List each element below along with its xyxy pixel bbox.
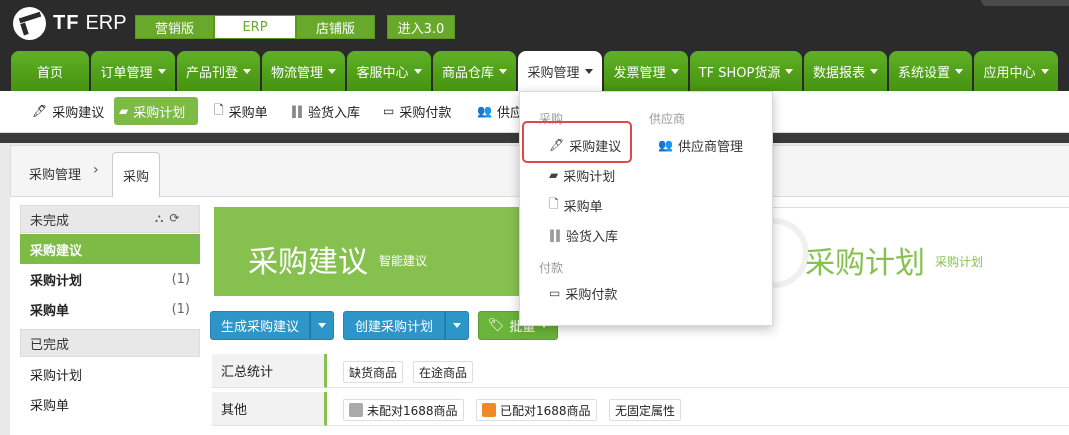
- users-icon: 👥: [477, 104, 492, 118]
- breadcrumb-separator-icon: ›: [93, 162, 99, 178]
- create-plan-button[interactable]: 创建采购计划: [343, 311, 445, 340]
- dropdown-item-purchase-plan[interactable]: ▰ 采购计划: [549, 163, 615, 187]
- chevron-down-icon: [413, 68, 422, 74]
- subnav-purchase-order[interactable]: 🗋 采购单: [209, 97, 273, 125]
- nav-customer-service[interactable]: 客服中心: [347, 51, 431, 91]
- chevron-down-icon: [328, 68, 336, 74]
- magic-wand-icon: 🖋: [549, 138, 565, 152]
- subnav-purchase-suggestion[interactable]: 🖋 采购建议: [27, 97, 109, 125]
- count-badge: (1): [171, 301, 190, 317]
- alibaba-gray-icon: [349, 403, 363, 417]
- purchasing-dropdown-menu: 采购 供应商 🖋 采购建议 ▰ 采购计划 🗋 采购单 ‖‖ 验货入库 付款 ▭ 采购付款 …: [519, 91, 773, 326]
- nav-logistics[interactable]: 物流管理: [262, 51, 345, 91]
- users-icon: 👥: [658, 138, 673, 152]
- nav-app-center[interactable]: 应用中心: [974, 51, 1058, 91]
- left-item-purchase-order[interactable]: 采购单 (1): [20, 294, 200, 324]
- file-icon: 🗋: [214, 102, 224, 117]
- breadcrumb-root[interactable]: 采购管理: [29, 164, 81, 183]
- credit-card-icon: ▭: [383, 104, 395, 118]
- chevron-down-icon: [870, 68, 878, 74]
- filter-row-other: 未配对1688商品 已配对1688商品 无固定属性: [327, 392, 1069, 426]
- dropdown-item-purchase-suggestion[interactable]: 🖋 采购建议: [549, 133, 621, 157]
- subnav-purchase-plan[interactable]: ▰ 采购计划: [114, 97, 198, 125]
- subnav-purchase-payment[interactable]: ▭ 采购付款: [378, 97, 456, 125]
- book-icon: ▰: [119, 104, 129, 118]
- generate-dropdown-toggle[interactable]: [310, 311, 334, 340]
- nav-orders[interactable]: 订单管理: [91, 51, 175, 91]
- step-title: 采购建议: [248, 245, 368, 280]
- step-current: 采购建议 智能建议: [214, 207, 539, 296]
- chevron-down-icon: [243, 68, 251, 74]
- barcode-icon: ‖‖: [291, 104, 303, 118]
- edition-marketing-button[interactable]: 营销版: [135, 15, 214, 39]
- filter-label-other: 其他: [212, 392, 327, 426]
- filter-row-summary: 缺货商品 在途商品: [327, 354, 1069, 388]
- logo-icon: [13, 7, 46, 40]
- dropdown-item-purchase-order[interactable]: 🗋 采购单: [549, 193, 603, 217]
- generate-suggestion-button[interactable]: 生成采购建议: [210, 311, 310, 340]
- next-step-subtitle: 采购计划: [935, 255, 984, 269]
- filter-chip-in-transit[interactable]: 在途商品: [413, 361, 474, 383]
- panel-tools: ⛬ ⟳: [155, 211, 179, 226]
- dropdown-section-payment: 付款: [539, 261, 564, 275]
- next-step-title: 采购计划: [805, 246, 925, 281]
- nav-warehouse[interactable]: 商品仓库: [433, 51, 516, 91]
- subnav-inspection[interactable]: ‖‖ 验货入库: [286, 97, 365, 125]
- dropdown-item-supplier-management[interactable]: 👥 供应商管理: [658, 133, 743, 157]
- left-item-purchase-plan[interactable]: 采购计划 (1): [20, 264, 200, 294]
- credit-card-icon: ▭: [549, 286, 561, 300]
- left-item-completed-plan[interactable]: 采购计划: [20, 359, 200, 389]
- nav-tf-shop[interactable]: TF SHOP货源: [690, 51, 802, 91]
- filter-chip-no-fixed-attr[interactable]: 无固定属性: [609, 399, 682, 421]
- enter-v3-button[interactable]: 进入3.0: [387, 15, 455, 39]
- sitemap-icon[interactable]: ⛬: [155, 211, 163, 226]
- nav-reports[interactable]: 数据报表: [804, 51, 887, 91]
- nav-settings[interactable]: 系统设置: [889, 51, 972, 91]
- logo[interactable]: TF ERP: [13, 7, 127, 40]
- logo-brand: TF: [53, 12, 80, 34]
- chevron-down-icon: [584, 68, 593, 74]
- chevron-down-icon: [1040, 68, 1049, 74]
- main-nav: 首页 订单管理 产品刊登 物流管理 客服中心 商品仓库 采购管理 发票管理 TF…: [0, 48, 1069, 91]
- chevron-down-icon: [785, 68, 794, 74]
- nav-home[interactable]: 首页: [11, 51, 89, 91]
- chevron-down-icon: [318, 323, 326, 328]
- filter-chip-unpaired-1688[interactable]: 未配对1688商品: [343, 399, 464, 421]
- file-icon: 🗋: [549, 196, 559, 211]
- chevron-down-icon: [453, 323, 461, 328]
- nav-invoices[interactable]: 发票管理: [604, 51, 688, 91]
- window-corner: [981, 0, 1069, 6]
- logo-product: ERP: [85, 12, 127, 34]
- chevron-down-icon: [955, 68, 963, 74]
- alibaba-orange-icon: [482, 403, 496, 417]
- nav-listing[interactable]: 产品刊登: [177, 51, 260, 91]
- nav-purchasing[interactable]: 采购管理: [518, 51, 602, 91]
- dropdown-item-purchase-payment[interactable]: ▭ 采购付款: [549, 281, 617, 305]
- edition-store-button[interactable]: 店铺版: [296, 15, 375, 39]
- magic-wand-icon: 🖋: [32, 104, 48, 118]
- filter-chip-out-of-stock[interactable]: 缺货商品: [343, 361, 404, 383]
- chevron-down-icon: [499, 68, 507, 74]
- complete-header: 已完成: [20, 329, 200, 357]
- tab-purchase[interactable]: 采购: [112, 152, 160, 198]
- left-item-purchase-suggestion[interactable]: 采购建议: [20, 234, 200, 264]
- chevron-down-icon: [157, 68, 166, 74]
- step-subtitle: 智能建议: [379, 254, 428, 268]
- dropdown-item-inspection[interactable]: ‖‖ 验货入库: [549, 223, 618, 247]
- refresh-icon[interactable]: ⟳: [169, 211, 179, 226]
- dropdown-section-supplier: 供应商: [649, 112, 686, 126]
- left-item-completed-order[interactable]: 采购单: [20, 389, 200, 419]
- filter-label-summary: 汇总统计: [212, 354, 327, 388]
- edition-erp-button[interactable]: ERP: [214, 15, 296, 39]
- barcode-icon: ‖‖: [549, 228, 561, 242]
- top-bar: TF ERP 营销版 ERP 店铺版 进入3.0: [0, 0, 1069, 48]
- tag-icon: 🏷: [487, 318, 505, 333]
- book-icon: ▰: [549, 168, 559, 182]
- count-badge: (1): [171, 271, 190, 287]
- create-plan-dropdown-toggle[interactable]: [445, 311, 469, 340]
- chevron-down-icon: [670, 68, 679, 74]
- filter-chip-paired-1688[interactable]: 已配对1688商品: [476, 399, 597, 421]
